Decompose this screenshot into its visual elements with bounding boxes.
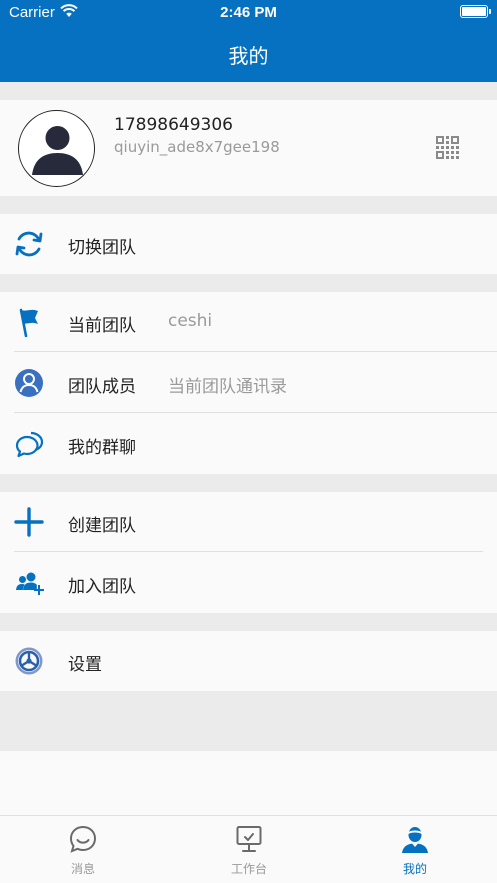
current-team-row[interactable]: 当前团队 ceshi	[0, 292, 497, 352]
profile-phone: 17898649306	[114, 115, 233, 135]
team-members-row[interactable]: 团队成员 当前团队通讯录	[0, 353, 497, 413]
team-members-value: 当前团队通讯录	[168, 377, 287, 397]
create-join-section: 创建团队 加入团队	[0, 492, 497, 613]
settings-section: 设置	[0, 631, 497, 691]
tab-workbench-label: 工作台	[230, 862, 267, 876]
chat-bubbles-icon	[15, 431, 44, 458]
clock: 2:46 PM	[220, 4, 277, 21]
qr-code-icon[interactable]	[436, 136, 459, 159]
steering-wheel-icon	[15, 647, 43, 675]
sync-icon	[15, 231, 43, 257]
join-team-row[interactable]: 加入团队	[0, 553, 497, 613]
message-icon	[69, 825, 97, 853]
profile-username: qiuyin_ade8x7gee198	[114, 138, 280, 156]
join-team-label: 加入团队	[68, 577, 136, 597]
settings-row[interactable]: 设置	[0, 631, 497, 691]
profile-card[interactable]: 17898649306 qiuyin_ade8x7gee198	[0, 100, 497, 196]
tab-messages[interactable]: 消息	[0, 816, 166, 883]
switch-team-row[interactable]: 切换团队	[0, 214, 497, 274]
avatar-person-icon	[32, 126, 83, 175]
divider	[14, 412, 497, 413]
plus-icon	[14, 507, 44, 537]
workbench-icon	[236, 826, 262, 852]
tab-bar: 消息 工作台 我的	[0, 815, 497, 883]
battery-icon	[460, 5, 491, 18]
profile-icon	[402, 827, 428, 853]
divider	[14, 551, 483, 552]
page-title: 我的	[228, 44, 269, 68]
switch-team-label: 切换团队	[68, 238, 136, 258]
status-bar: Carrier 2:46 PM	[0, 0, 497, 26]
avatar[interactable]	[18, 110, 95, 187]
create-team-label: 创建团队	[68, 516, 136, 536]
flag-icon	[19, 308, 38, 337]
tab-messages-label: 消息	[70, 862, 95, 876]
tab-workbench[interactable]: 工作台	[166, 816, 332, 883]
team-members-label: 团队成员	[68, 377, 136, 397]
current-team-label: 当前团队	[68, 316, 136, 336]
tab-profile[interactable]: 我的	[332, 816, 497, 883]
current-team-value: ceshi	[168, 311, 213, 331]
settings-label: 设置	[68, 655, 102, 675]
user-circle-icon	[15, 369, 43, 397]
add-users-icon	[16, 572, 44, 595]
switch-team-section: 切换团队	[0, 214, 497, 274]
my-groups-row[interactable]: 我的群聊	[0, 414, 497, 474]
team-section: 当前团队 ceshi 团队成员 当前团队通讯录 我的群聊	[0, 292, 497, 474]
empty-panel	[0, 751, 497, 815]
my-groups-label: 我的群聊	[68, 438, 136, 458]
create-team-row[interactable]: 创建团队	[0, 492, 497, 552]
header: Carrier 2:46 PM 我的	[0, 0, 497, 82]
tab-profile-label: 我的	[402, 862, 427, 876]
divider	[14, 351, 497, 352]
